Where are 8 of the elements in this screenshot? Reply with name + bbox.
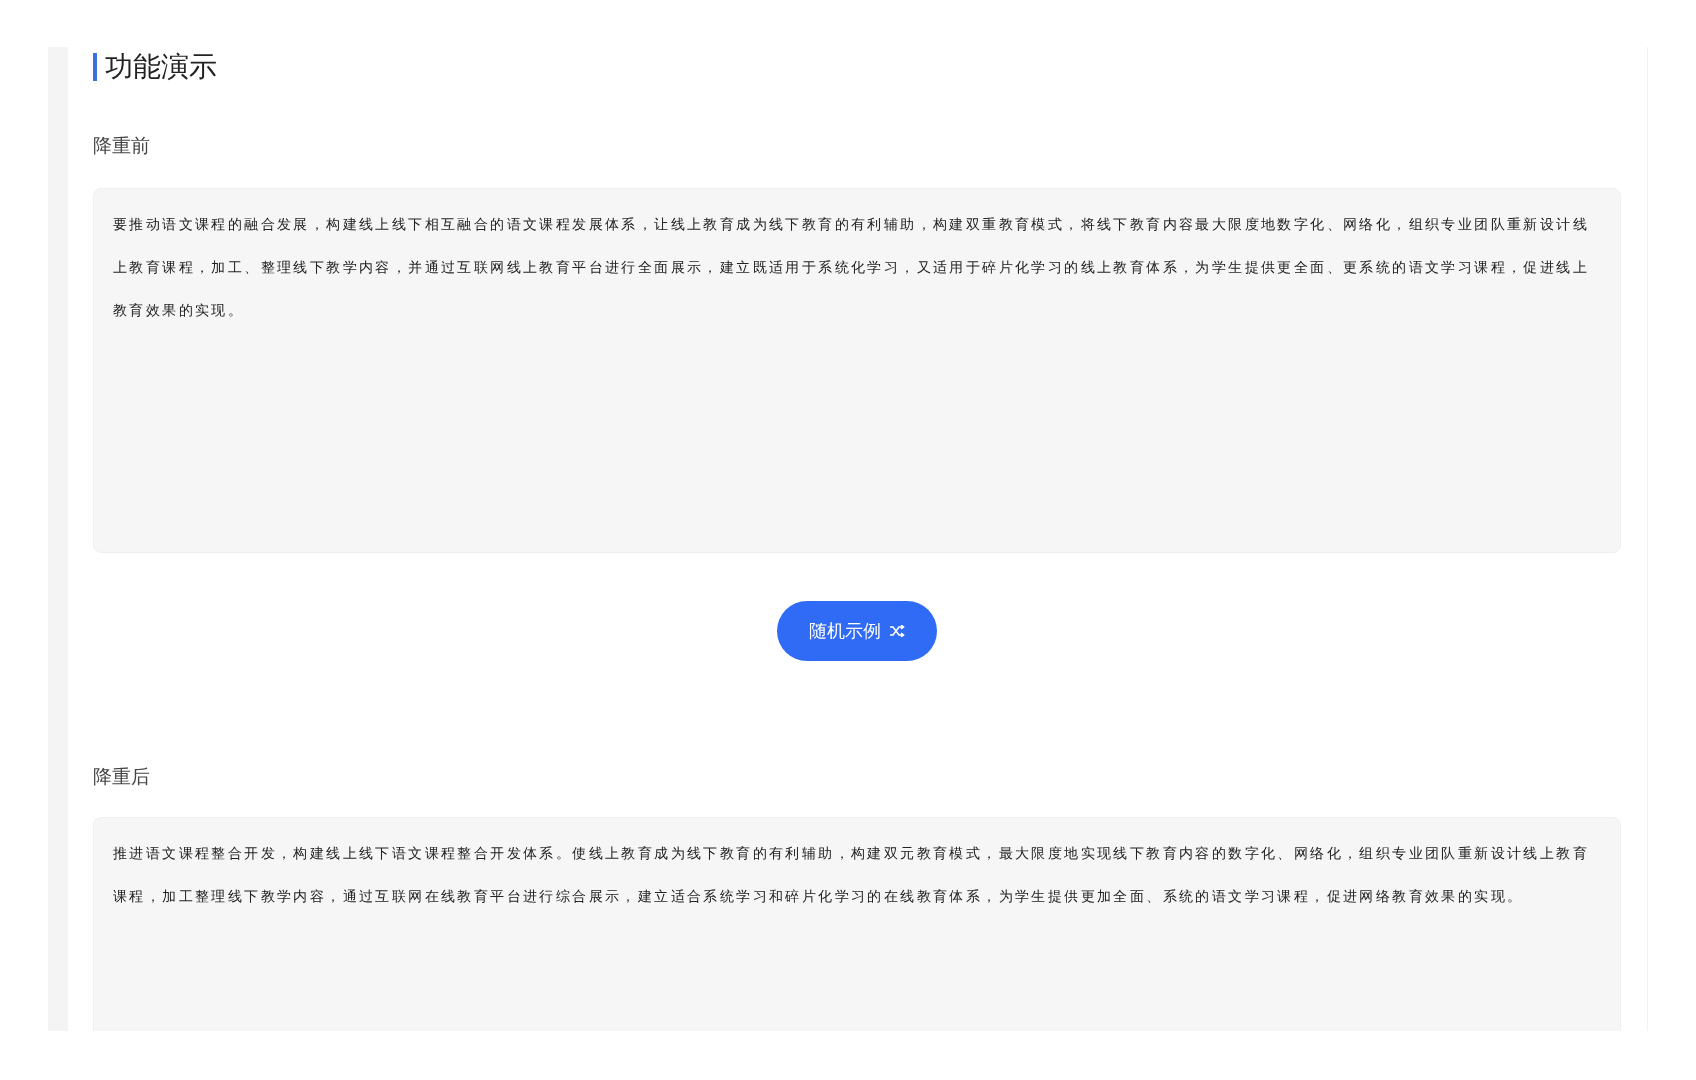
section-label: 降重后 bbox=[93, 764, 151, 789]
shuffle-icon bbox=[889, 625, 905, 637]
section-title: 功能演示 bbox=[105, 49, 217, 85]
title-accent-bar bbox=[93, 53, 97, 81]
random-example-button[interactable]: 随机示例 bbox=[777, 601, 937, 661]
section-label: 降重前 bbox=[93, 133, 151, 158]
paragraph: 推进语文课程整合开发，构建线上线下语文课程整合开发体系。使线上教育成为线下教育的有利辅助，构建双元教育模式，最大限度地实现线下教育内容的数字化、网络化，组织专业团队重新设计线上教育课程，加工整理线下教学内容，通过互联网在线教育平台进行综合展示，建立适合系统学习和碎片化学习的在线教育体系，为学生提供更加全面、系统的语文学习课程，促进网络教育效果的实现。 bbox=[113, 844, 1590, 906]
paragraph: 要推动语文课程的融合发展，构建线上线下相互融合的语文课程发展体系，让线上教育成为线下教育的有利辅助，构建双重教育模式，将线下教育内容最大限度地数字化、网络化，组织专业团队重新设计线上教育课程，加工、整理线下教学内容，并通过互联网线上教育平台进行全面展示，建立既适用于系统化学习，又适用于碎片化学习的线上教育体系，为学生提供更全面、更系统的语文学习课程，促进线上教育效果的实现。 bbox=[113, 215, 1590, 320]
